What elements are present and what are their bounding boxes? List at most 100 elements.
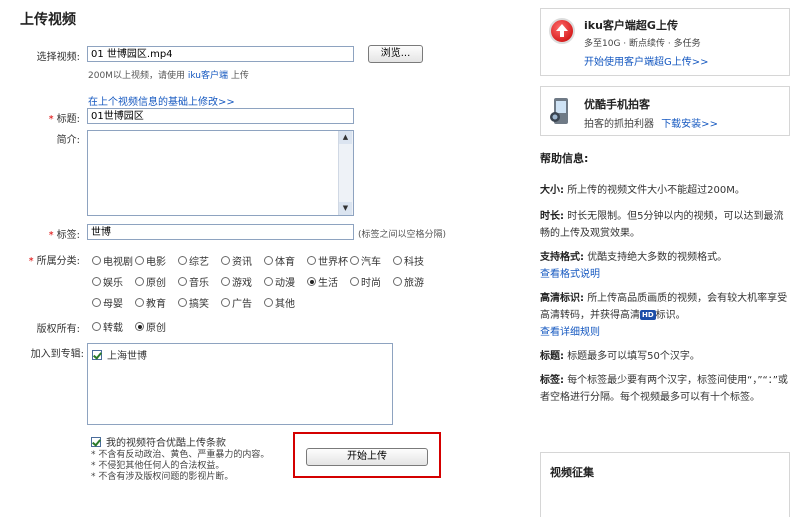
album-list[interactable]: 上海世博 xyxy=(87,343,393,425)
radio-icon[interactable] xyxy=(264,277,273,286)
category-option[interactable]: 搞笑 xyxy=(178,292,221,313)
radio-icon[interactable] xyxy=(393,277,402,286)
help-title-rule: 标题: 标题最多可以填写50个汉字。 xyxy=(540,351,700,362)
hd-rules-link[interactable]: 查看详细规则 xyxy=(540,327,600,338)
radio-icon[interactable] xyxy=(178,298,187,307)
radio-icon[interactable] xyxy=(135,322,144,331)
help-tags-rule: 标签: 每个标签最少要有两个汉字，标签间使用“，”“：”或者空格进行分隔。每个视… xyxy=(540,375,788,403)
edit-previous-link[interactable]: 在上个视频信息的基础上修改>> xyxy=(88,93,235,108)
upload-arrow-icon xyxy=(549,18,575,44)
file-label: 选择视频: xyxy=(36,52,80,63)
category-option[interactable]: 原创 xyxy=(135,271,178,292)
promo-iku-desc: 多至10G · 断点续传 · 多任务 xyxy=(584,39,701,49)
category-radio-group: 电视剧 电影 综艺 资讯 体育 世界杯 汽车 科技 娱乐 原创 音乐 游戏 动漫… xyxy=(92,250,436,313)
promo-mobile-title: 优酷手机拍客 xyxy=(584,98,650,111)
file-path-input[interactable]: 01 世博园区.mp4 xyxy=(87,46,354,62)
required-mark: * xyxy=(28,256,34,267)
copyright-radio-group: 转载 原创 xyxy=(92,319,178,334)
hd-badge-icon: HD xyxy=(640,310,656,320)
collect-panel: 视频征集 xyxy=(540,452,790,517)
category-option[interactable]: 生活 xyxy=(307,271,350,292)
radio-icon[interactable] xyxy=(92,277,101,286)
radio-icon[interactable] xyxy=(350,277,359,286)
agree-row[interactable]: 我的视频符合优酷上传条款 xyxy=(91,434,226,449)
category-option[interactable]: 音乐 xyxy=(178,271,221,292)
scroll-up-icon[interactable]: ▲ xyxy=(339,131,352,144)
iku-client-link[interactable]: iku客户端 xyxy=(188,71,228,81)
radio-icon[interactable] xyxy=(221,298,230,307)
intro-label: 简介: xyxy=(56,135,80,146)
help-formats: 支持格式: 优酷支持绝大多数的视频格式。 查看格式说明 xyxy=(540,252,728,280)
category-option[interactable]: 广告 xyxy=(221,292,264,313)
radio-icon[interactable] xyxy=(135,298,144,307)
radio-icon[interactable] xyxy=(92,256,101,265)
scroll-down-icon[interactable]: ▼ xyxy=(339,202,352,215)
category-option[interactable]: 资讯 xyxy=(221,250,264,271)
help-title: 帮助信息: xyxy=(540,152,589,165)
promo-iku-title: iku客户端超G上传 xyxy=(584,19,678,32)
album-checkbox[interactable] xyxy=(92,349,102,360)
promo-mobile-desc: 拍客的抓拍利器 下载安装>> xyxy=(584,119,718,130)
required-mark: * xyxy=(48,230,54,241)
category-option[interactable]: 综艺 xyxy=(178,250,221,271)
category-option[interactable]: 体育 xyxy=(264,250,307,271)
category-option[interactable]: 其他 xyxy=(264,292,307,313)
tags-label: * 标签: xyxy=(48,230,80,241)
mobile-camera-icon xyxy=(549,96,573,128)
category-label: * 所属分类: xyxy=(28,256,80,267)
category-option[interactable]: 动漫 xyxy=(264,271,307,292)
category-row: 母婴 教育 搞笑 广告 其他 xyxy=(92,292,436,313)
tags-input[interactable]: 世博 xyxy=(87,224,354,240)
intro-textarea[interactable]: ▲ ▼ xyxy=(87,130,354,216)
category-option[interactable]: 时尚 xyxy=(350,271,393,292)
promo-mobile-link[interactable]: 下载安装>> xyxy=(661,119,718,130)
radio-icon[interactable] xyxy=(221,256,230,265)
category-option[interactable]: 旅游 xyxy=(393,271,436,292)
category-option[interactable]: 母婴 xyxy=(92,292,135,313)
radio-icon[interactable] xyxy=(135,277,144,286)
copyright-option[interactable]: 转载 xyxy=(92,319,135,334)
radio-icon[interactable] xyxy=(221,277,230,286)
help-duration: 时长: 时长无限制。但5分钟以内的视频，可以达到最流畅的上传及观赏效果。 xyxy=(540,211,784,239)
help-size: 大小: 所上传的视频文件大小不能超过200M。 xyxy=(540,185,745,196)
start-upload-button[interactable]: 开始上传 xyxy=(306,448,428,466)
required-mark: * xyxy=(48,114,54,125)
promo-iku-link[interactable]: 开始使用客户端超G上传>> xyxy=(584,53,709,68)
agree-checkbox[interactable] xyxy=(91,436,101,447)
collect-title: 视频征集 xyxy=(550,466,594,479)
title-label: * 标题: xyxy=(48,114,80,125)
radio-icon[interactable] xyxy=(307,277,316,286)
title-input[interactable]: 01世博园区 xyxy=(87,108,354,124)
tags-hint: (标签之间以空格分隔) xyxy=(358,230,447,240)
promo-mobile: 优酷手机拍客 拍客的抓拍利器 下载安装>> xyxy=(540,86,790,136)
category-option[interactable]: 娱乐 xyxy=(92,271,135,292)
radio-icon[interactable] xyxy=(264,298,273,307)
browse-button[interactable]: 浏览... xyxy=(368,45,423,63)
category-option[interactable]: 电视剧 xyxy=(92,250,135,271)
radio-icon[interactable] xyxy=(178,277,187,286)
radio-icon[interactable] xyxy=(307,256,316,265)
radio-icon[interactable] xyxy=(178,256,187,265)
upload-rules: * 不含有反动政治、黄色、严重暴力的内容。 * 不侵犯其他任何人的合法权益。 *… xyxy=(91,450,270,482)
copyright-label: 版权所有: xyxy=(36,324,80,335)
category-option[interactable]: 教育 xyxy=(135,292,178,313)
intro-scrollbar[interactable]: ▲ ▼ xyxy=(338,131,353,215)
copyright-option[interactable]: 原创 xyxy=(135,319,178,334)
radio-icon[interactable] xyxy=(92,298,101,307)
album-label: 加入到专辑: xyxy=(30,349,84,360)
category-option[interactable]: 世界杯 xyxy=(307,250,350,271)
page-title: 上传视频 xyxy=(20,12,76,28)
radio-icon[interactable] xyxy=(135,256,144,265)
size-hint: 200M以上视频，请使用 iku客户端 上传 xyxy=(88,71,249,81)
radio-icon[interactable] xyxy=(350,256,359,265)
category-option[interactable]: 科技 xyxy=(393,250,436,271)
radio-icon[interactable] xyxy=(92,322,101,331)
category-option[interactable]: 电影 xyxy=(135,250,178,271)
radio-icon[interactable] xyxy=(393,256,402,265)
format-info-link[interactable]: 查看格式说明 xyxy=(540,269,600,280)
category-option[interactable]: 游戏 xyxy=(221,271,264,292)
category-option[interactable]: 汽车 xyxy=(350,250,393,271)
category-row: 娱乐 原创 音乐 游戏 动漫 生活 时尚 旅游 xyxy=(92,271,436,292)
radio-icon[interactable] xyxy=(264,256,273,265)
album-item[interactable]: 上海世博 xyxy=(92,347,392,362)
